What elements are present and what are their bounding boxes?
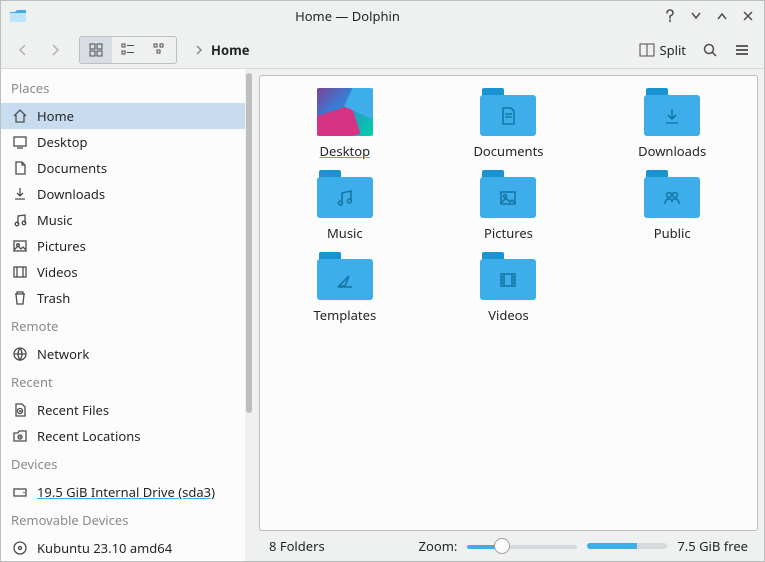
breadcrumb[interactable]: Home <box>187 36 629 64</box>
toolbar: Home Split <box>1 31 764 69</box>
sidebar-item-label: Downloads <box>37 185 235 203</box>
sidebar-item-label: 19.5 GiB Internal Drive (sda3) <box>37 483 235 501</box>
sidebar-item-label: Videos <box>37 263 235 281</box>
item-count: 8 Folders <box>269 537 325 555</box>
network-icon <box>11 345 29 363</box>
details-view-button[interactable] <box>144 37 176 63</box>
pictures-icon <box>11 237 29 255</box>
sidebar-section-header: Removable Devices <box>1 505 245 535</box>
help-button[interactable] <box>662 8 678 24</box>
disc-icon <box>11 539 29 557</box>
folder-public[interactable]: Public <box>602 170 742 242</box>
sidebar-item-downloads[interactable]: Downloads <box>1 181 245 207</box>
sidebar-item-network[interactable]: Network <box>1 341 245 367</box>
home-icon <box>11 107 29 125</box>
folder-pictures[interactable]: Pictures <box>438 170 578 242</box>
sidebar[interactable]: Places Home Desktop Documents Downloads Music… <box>1 69 245 561</box>
view-mode-group <box>79 36 177 64</box>
folder-music[interactable]: Music <box>275 170 415 242</box>
split-label: Split <box>659 41 686 59</box>
sidebar-item-kubuntu-23-10-amd64[interactable]: Kubuntu 23.10 amd64 <box>1 535 245 561</box>
sidebar-item-videos[interactable]: Videos <box>1 259 245 285</box>
sidebar-item-desktop[interactable]: Desktop <box>1 129 245 155</box>
sidebar-item-home[interactable]: Home <box>1 103 245 129</box>
music-icon <box>11 211 29 229</box>
sidebar-item-label: Recent Files <box>37 401 235 419</box>
drive-icon <box>11 483 29 501</box>
folder-desktop[interactable]: Desktop <box>275 88 415 160</box>
sidebar-item-label: Documents <box>37 159 235 177</box>
folder-videos[interactable]: Videos <box>438 252 578 324</box>
minimize-button[interactable] <box>688 8 704 24</box>
search-button[interactable] <box>696 36 724 64</box>
sidebar-item-label: Music <box>37 211 235 229</box>
videos-icon <box>11 263 29 281</box>
sidebar-item-recent-locations[interactable]: Recent Locations <box>1 423 245 449</box>
free-space: 7.5 GiB free <box>677 537 748 555</box>
folder-icon <box>644 88 700 136</box>
zoom-slider[interactable] <box>467 538 577 554</box>
documents-icon <box>11 159 29 177</box>
folder-icon <box>480 252 536 300</box>
folder-icon <box>480 88 536 136</box>
sidebar-scrollbar[interactable] <box>245 69 253 561</box>
sidebar-section-header: Recent <box>1 367 245 397</box>
folder-documents[interactable]: Documents <box>438 88 578 160</box>
folder-label: Music <box>327 224 363 242</box>
statusbar: 8 Folders Zoom: 7.5 GiB free <box>259 531 758 561</box>
disk-usage-bar <box>587 543 667 549</box>
trash-icon <box>11 289 29 307</box>
sidebar-item-label: Trash <box>37 289 235 307</box>
compact-view-button[interactable] <box>112 37 144 63</box>
folder-icon <box>317 170 373 218</box>
sidebar-item-label: Desktop <box>37 133 235 151</box>
folder-label: Downloads <box>638 142 706 160</box>
window-title: Home — Dolphin <box>33 7 662 25</box>
downloads-icon <box>11 185 29 203</box>
folder-icon <box>644 170 700 218</box>
sidebar-item-label: Pictures <box>37 237 235 255</box>
back-button[interactable] <box>9 36 37 64</box>
sidebar-item-recent-files[interactable]: Recent Files <box>1 397 245 423</box>
recent-files-icon <box>11 401 29 419</box>
chevron-right-icon <box>193 44 205 56</box>
menu-button[interactable] <box>728 36 756 64</box>
sidebar-section-header: Devices <box>1 449 245 479</box>
sidebar-item-trash[interactable]: Trash <box>1 285 245 311</box>
recent-locations-icon <box>11 427 29 445</box>
maximize-button[interactable] <box>714 8 730 24</box>
folder-icon <box>317 252 373 300</box>
sidebar-item-pictures[interactable]: Pictures <box>1 233 245 259</box>
zoom-label: Zoom: <box>419 537 458 555</box>
desktop-icon <box>11 133 29 151</box>
folder-label: Templates <box>313 306 376 324</box>
sidebar-item-label: Home <box>37 107 235 125</box>
sidebar-item-19-5-gib-internal-drive-sda3-[interactable]: 19.5 GiB Internal Drive (sda3) <box>1 479 245 505</box>
sidebar-item-label: Network <box>37 345 235 363</box>
main-area: Places Home Desktop Documents Downloads Music… <box>1 69 764 561</box>
folder-view[interactable]: Desktop Documents Downloads Music Pictures Pu… <box>259 75 758 531</box>
folder-label: Desktop <box>320 142 371 160</box>
folder-downloads[interactable]: Downloads <box>602 88 742 160</box>
sidebar-item-label: Recent Locations <box>37 427 235 445</box>
breadcrumb-home[interactable]: Home <box>211 41 250 59</box>
folder-label: Public <box>654 224 691 242</box>
sidebar-item-label: Kubuntu 23.10 amd64 <box>37 539 235 557</box>
sidebar-item-documents[interactable]: Documents <box>1 155 245 181</box>
sidebar-section-header: Places <box>1 73 245 103</box>
folder-icon <box>480 170 536 218</box>
forward-button[interactable] <box>41 36 69 64</box>
close-button[interactable] <box>740 8 756 24</box>
split-button[interactable]: Split <box>633 36 692 64</box>
sidebar-item-music[interactable]: Music <box>1 207 245 233</box>
icons-view-button[interactable] <box>80 37 112 63</box>
titlebar: Home — Dolphin <box>1 1 764 31</box>
folder-label: Videos <box>488 306 529 324</box>
folder-templates[interactable]: Templates <box>275 252 415 324</box>
folder-label: Pictures <box>484 224 533 242</box>
app-icon <box>9 7 27 25</box>
folder-label: Documents <box>473 142 543 160</box>
desktop-thumbnail-icon <box>317 88 373 136</box>
sidebar-section-header: Remote <box>1 311 245 341</box>
